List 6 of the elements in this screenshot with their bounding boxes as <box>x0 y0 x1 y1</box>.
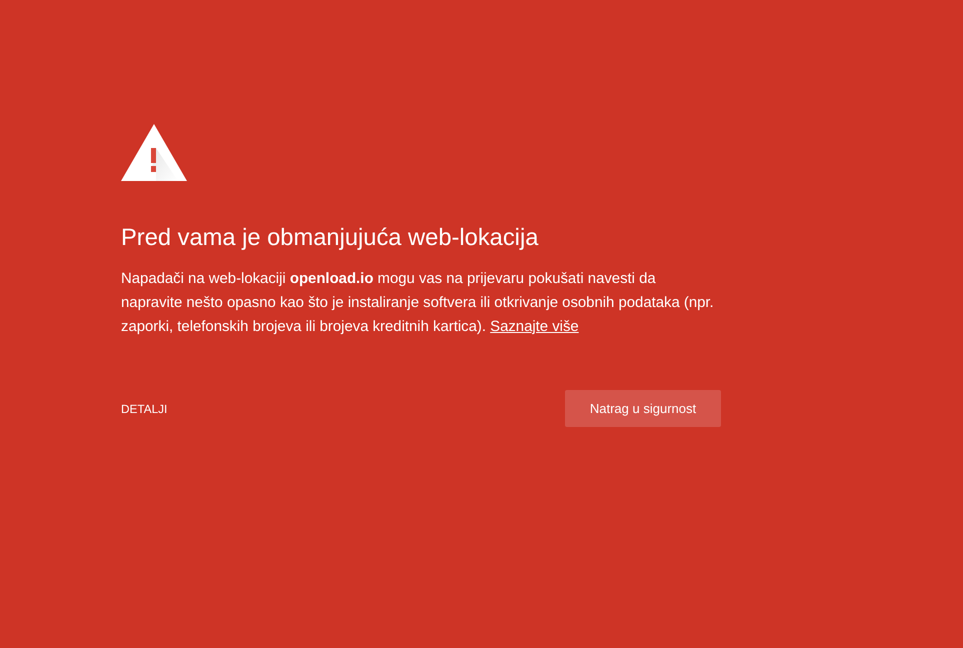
warning-message: Napadači na web-lokaciji openload.io mogu vas na prijevaru pokušati navesti da napravite nešto opasno kao što je instaliranje softvera ili otkrivanje osobnih podataka (npr. zaporki, telefonskih brojeva ili brojeva kreditnih kartica). Saznajte više <box>121 270 715 337</box>
learn-more-link[interactable]: Saznajte više <box>490 319 579 335</box>
warning-heading: Pred vama je obmanjujuća web-lokacija <box>121 224 540 253</box>
back-to-safety-button[interactable]: Natrag u sigurnost <box>565 390 721 427</box>
warning-icon <box>121 124 187 181</box>
details-button[interactable]: DETALJI <box>121 402 168 416</box>
